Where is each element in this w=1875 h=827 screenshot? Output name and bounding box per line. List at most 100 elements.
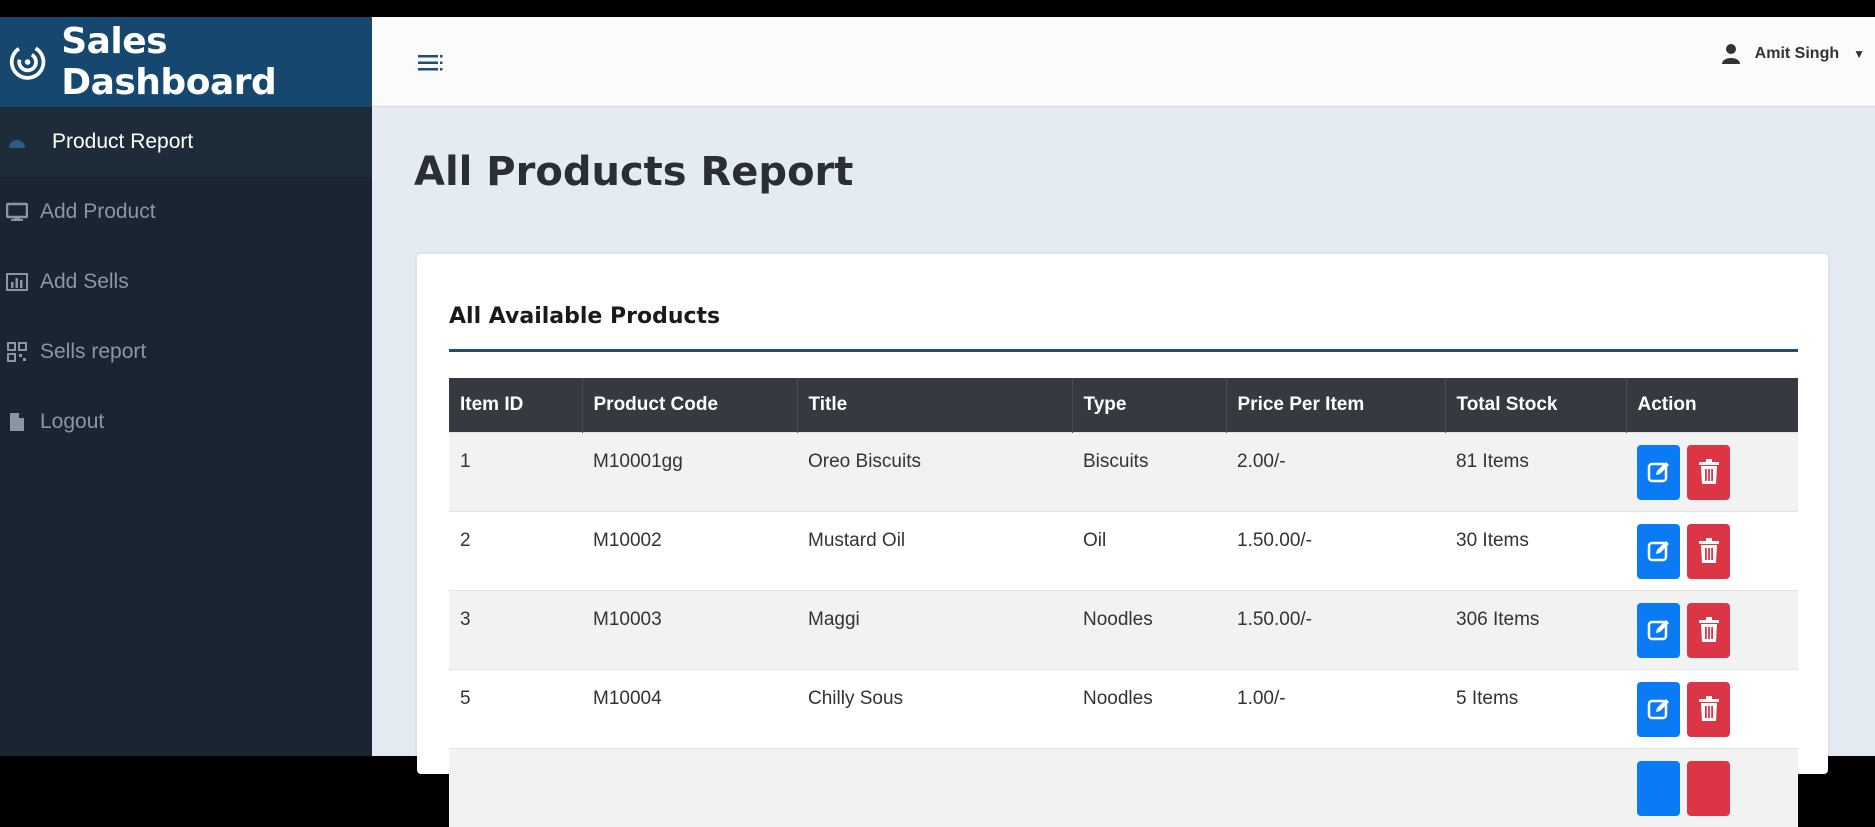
cell-actions (1626, 511, 1798, 590)
edit-icon (1647, 699, 1669, 720)
cell-type: Biscuits (1083, 450, 1149, 472)
top-black-bar (0, 0, 1875, 17)
edit-button[interactable] (1637, 602, 1680, 658)
sidebar-item-label: Add Product (40, 200, 156, 223)
cell-item-id: 2 (460, 529, 471, 551)
qrcode-icon (6, 341, 28, 363)
trash-icon (1698, 459, 1719, 484)
cell-title: Chilly Sous (808, 687, 904, 709)
products-table: Item ID Product Code Title Type Price Pe… (449, 378, 1798, 827)
user-icon (1721, 44, 1740, 64)
delete-button[interactable] (1687, 523, 1730, 579)
cell-price (1226, 748, 1445, 827)
dashboard-icon (6, 131, 28, 153)
user-name: Amit Singh (1754, 45, 1840, 62)
column-header[interactable]: Total Stock (1445, 378, 1627, 432)
sidebar-item-sells-report[interactable]: Sells report (0, 317, 372, 387)
card-title: All Available Products (449, 304, 721, 329)
brand-title: Sales Dashboard (61, 21, 277, 103)
edit-icon (1647, 462, 1669, 483)
table-header-row: Item ID Product Code Title Type Price Pe… (449, 378, 1798, 432)
edit-button[interactable] (1637, 444, 1680, 500)
cell-title: Maggi (808, 608, 860, 630)
cell-price: 1.00/- (1237, 687, 1286, 709)
cell-actions (1626, 590, 1798, 669)
app: Sales Dashboard Product Report Add Produ… (0, 17, 1875, 827)
cell-product-code: M10001gg (593, 450, 683, 472)
cell-title: Oreo Biscuits (808, 450, 921, 472)
cell-product-code (582, 748, 797, 827)
edit-icon (1647, 541, 1669, 562)
sidebar-item-logout[interactable]: Logout (0, 387, 372, 457)
sidebar: Sales Dashboard Product Report Add Produ… (0, 17, 372, 756)
column-header[interactable]: Type (1072, 378, 1227, 432)
topbar: Amit Singh ▼ (372, 17, 1875, 107)
menu-toggle-icon[interactable] (416, 51, 448, 75)
cell-product-code: M10004 (593, 687, 662, 709)
edit-button[interactable] (1637, 760, 1680, 816)
cell-type (1072, 748, 1226, 827)
sidebar-item-product-report[interactable]: Product Report (0, 107, 372, 177)
file-icon (6, 411, 28, 433)
column-header[interactable]: Product Code (582, 378, 798, 432)
cell-actions (1626, 669, 1798, 748)
cell-title (797, 748, 1072, 827)
sidebar-item-add-sells[interactable]: Add Sells (0, 247, 372, 317)
trash-icon (1698, 696, 1719, 721)
sidebar-item-label: Logout (40, 410, 105, 433)
cell-type: Oil (1083, 529, 1107, 551)
sidebar-nav: Product Report Add Product Add Sells Sel… (0, 107, 372, 457)
table-row (449, 748, 1798, 827)
cell-item-id: 1 (460, 450, 471, 472)
cell-item-id (449, 748, 582, 827)
cell-type: Noodles (1083, 687, 1153, 709)
sidebar-item-label: Product Report (52, 130, 194, 153)
cell-price: 1.50.00/- (1237, 529, 1312, 551)
cell-product-code: M10002 (593, 529, 662, 551)
brand[interactable]: Sales Dashboard (0, 17, 372, 107)
table-row: 5 M10004 Chilly Sous Noodles 1.00/- 5 It… (449, 669, 1798, 748)
monitor-icon (6, 201, 28, 223)
cell-price: 2.00/- (1237, 450, 1286, 472)
cell-stock: 306 Items (1456, 608, 1540, 630)
sidebar-item-label: Sells report (40, 340, 147, 363)
main-content: Amit Singh ▼ All Products Report All Ava… (372, 17, 1875, 827)
page-title: All Products Report (414, 149, 854, 195)
column-header[interactable]: Price Per Item (1226, 378, 1446, 432)
card-divider (449, 349, 1798, 352)
cell-stock: 30 Items (1456, 529, 1529, 551)
cell-type: Noodles (1083, 608, 1153, 630)
edit-button[interactable] (1637, 681, 1680, 737)
delete-button[interactable] (1687, 681, 1730, 737)
cell-product-code: M10003 (593, 608, 662, 630)
cell-title: Mustard Oil (808, 529, 906, 551)
trash-icon (1698, 538, 1719, 563)
delete-button[interactable] (1687, 760, 1730, 816)
table-row: 2 M10002 Mustard Oil Oil 1.50.00/- 30 It… (449, 511, 1798, 590)
column-header[interactable]: Title (797, 378, 1073, 432)
cell-stock (1445, 748, 1626, 827)
cell-price: 1.50.00/- (1237, 608, 1312, 630)
caret-down-icon: ▼ (1853, 47, 1865, 61)
sidebar-item-label: Add Sells (40, 270, 129, 293)
edit-icon (1647, 620, 1669, 641)
sidebar-item-add-product[interactable]: Add Product (0, 177, 372, 247)
cell-actions (1626, 748, 1798, 827)
table-row: 3 M10003 Maggi Noodles 1.50.00/- 306 Ite… (449, 590, 1798, 669)
bar-chart-icon (6, 271, 28, 293)
cell-item-id: 3 (460, 608, 471, 630)
delete-button[interactable] (1687, 444, 1730, 500)
edit-button[interactable] (1637, 523, 1680, 579)
column-header: Action (1637, 393, 1697, 415)
cell-stock: 81 Items (1456, 450, 1529, 472)
user-menu[interactable]: Amit Singh ▼ (1721, 43, 1865, 65)
cell-stock: 5 Items (1456, 687, 1519, 709)
trash-icon (1698, 617, 1719, 642)
products-card: All Available Products Item ID Product C… (417, 254, 1828, 827)
delete-button[interactable] (1687, 602, 1730, 658)
power-ring-icon (9, 44, 46, 80)
column-header[interactable]: Item ID (449, 378, 583, 432)
table-row: 1 M10001gg Oreo Biscuits Biscuits 2.00/-… (449, 432, 1798, 511)
cell-actions (1626, 432, 1798, 511)
cell-item-id: 5 (460, 687, 471, 709)
